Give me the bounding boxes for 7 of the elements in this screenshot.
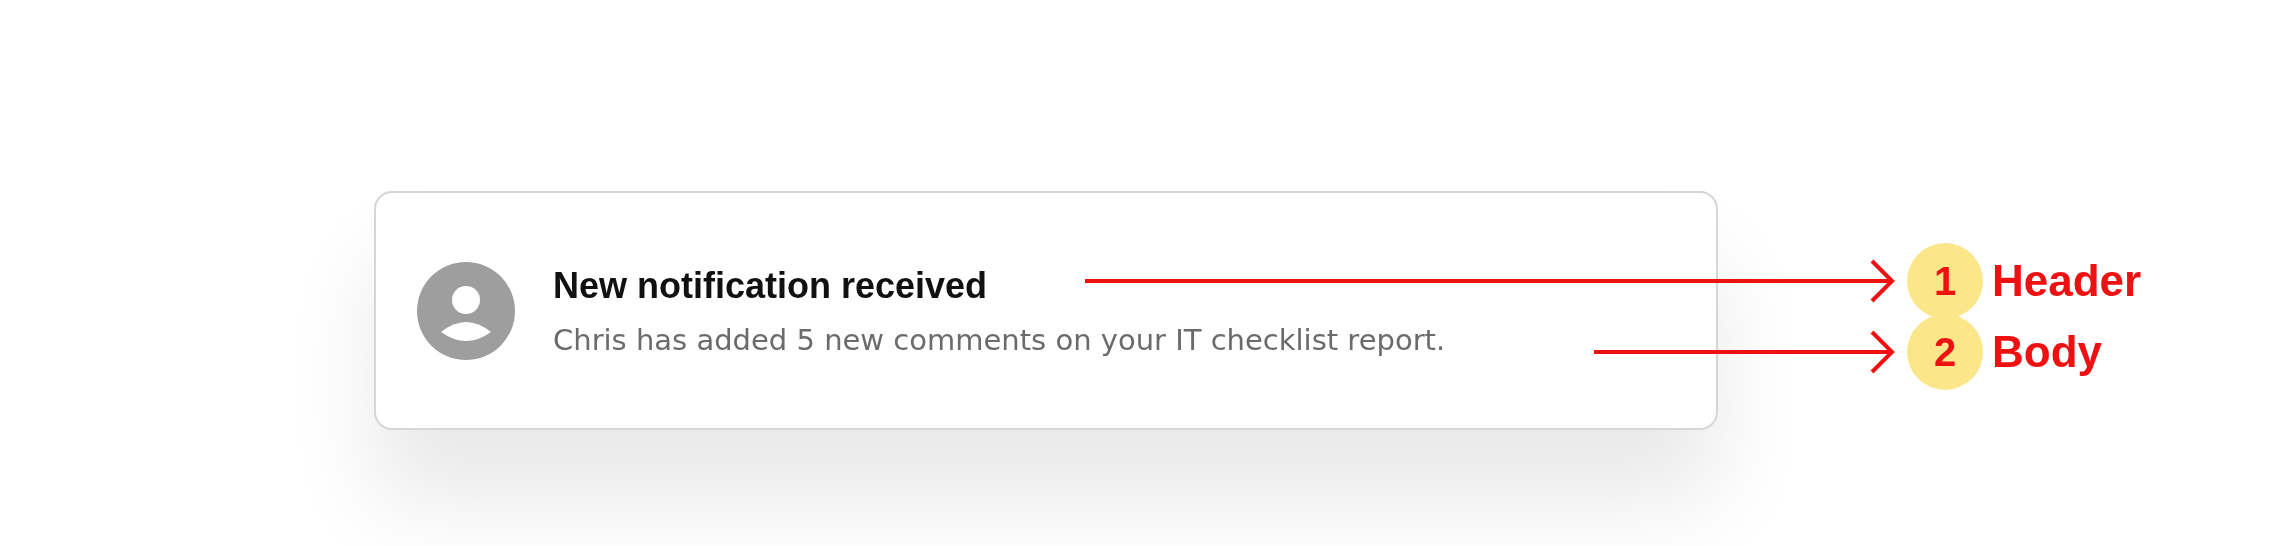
annotation-badge: 2 [1907, 314, 1983, 390]
annotation-badge: 1 [1907, 243, 1983, 319]
notification-body: Chris has added 5 new comments on your IT checklist report. [553, 322, 1446, 357]
notification-title: New notification received [553, 264, 989, 307]
avatar-icon [417, 261, 515, 360]
annotation-label: Body [1992, 330, 2102, 374]
annotation-label: Header [1992, 259, 2142, 303]
